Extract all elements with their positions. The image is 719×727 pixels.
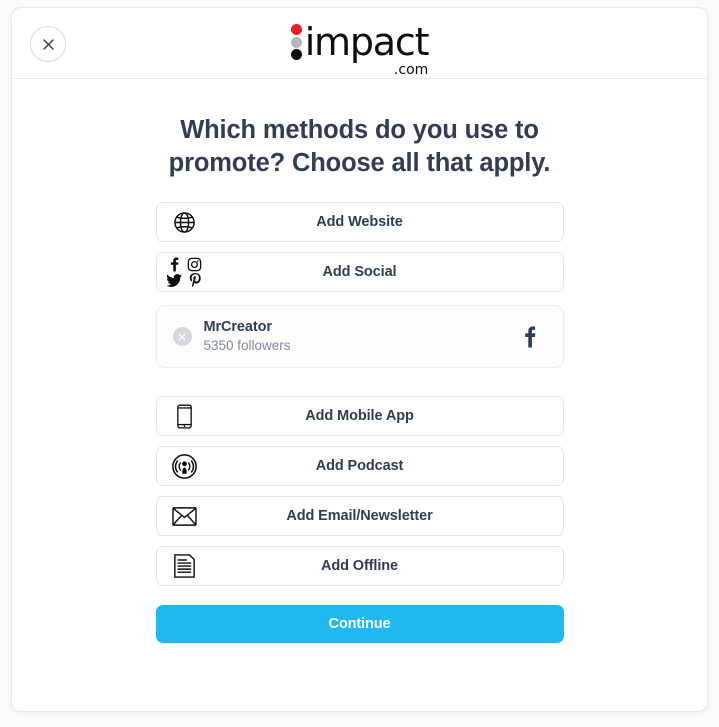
- add-social-label: Add Social: [322, 264, 397, 280]
- add-podcast-label: Add Podcast: [315, 458, 404, 474]
- connected-account-row[interactable]: MrCreator 5350 followers: [155, 305, 564, 368]
- continue-button[interactable]: Continue: [155, 605, 564, 643]
- add-podcast-button[interactable]: Add Podcast: [155, 446, 564, 486]
- add-website-button[interactable]: Add Website: [155, 202, 564, 242]
- methods-lower-group: Add Mobile App Add Podcast Add Email/New…: [155, 396, 564, 586]
- facebook-icon: [517, 325, 543, 348]
- account-followers: 5350 followers: [203, 338, 291, 353]
- account-meta: MrCreator 5350 followers: [204, 318, 517, 355]
- modal-header: impact .com: [12, 8, 707, 79]
- globe-icon: [157, 211, 213, 234]
- social-cluster-icon: [157, 256, 213, 288]
- mobile-phone-icon: [157, 403, 213, 429]
- page-title: Which methods do you use to promote? Cho…: [168, 116, 551, 177]
- podcast-icon: [157, 453, 213, 479]
- add-offline-button[interactable]: Add Offline: [155, 546, 564, 586]
- remove-circle-icon: [178, 333, 186, 341]
- add-email-newsletter-button[interactable]: Add Email/Newsletter: [155, 496, 564, 536]
- twitter-icon: [167, 273, 182, 287]
- add-mobile-app-label: Add Mobile App: [305, 408, 414, 424]
- document-icon: [157, 554, 213, 578]
- close-button[interactable]: [30, 26, 66, 62]
- add-mobile-app-button[interactable]: Add Mobile App: [155, 396, 564, 436]
- add-social-button[interactable]: Add Social: [155, 252, 564, 292]
- impact-logo: impact .com: [12, 20, 707, 77]
- account-name: MrCreator: [203, 319, 273, 335]
- facebook-icon: [170, 256, 179, 272]
- logo-wordmark: impact: [304, 20, 430, 64]
- logo-tld: .com: [393, 62, 429, 78]
- methods-upper-group: Add Website Add Social: [155, 202, 564, 292]
- add-website-label: Add Website: [316, 214, 403, 230]
- onboarding-modal: impact .com Which methods do you use to …: [11, 7, 708, 712]
- modal-body: Which methods do you use to promote? Cho…: [12, 114, 707, 711]
- pinterest-icon: [189, 272, 201, 288]
- close-icon: [42, 38, 55, 51]
- remove-account-button[interactable]: [172, 327, 192, 346]
- add-offline-label: Add Offline: [320, 558, 399, 574]
- envelope-icon: [157, 506, 213, 526]
- add-email-newsletter-label: Add Email/Newsletter: [286, 508, 433, 524]
- instagram-icon: [187, 257, 202, 272]
- logo-dots-icon: [290, 22, 302, 60]
